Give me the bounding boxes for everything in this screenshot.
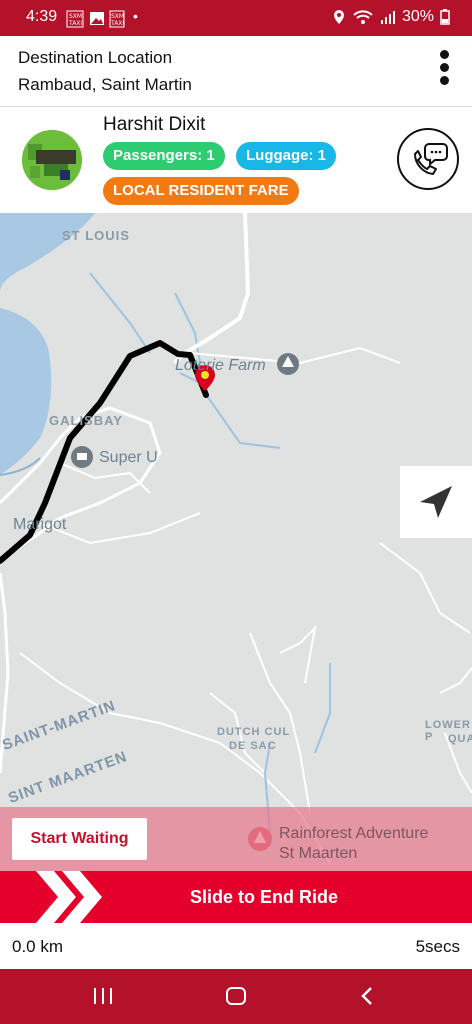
map-label-marigot: Marigot — [13, 516, 67, 533]
map-label-dutch-cul-1: DUTCH CUL — [217, 726, 291, 738]
recent-apps-icon[interactable] — [91, 984, 115, 1008]
dot-icon: • — [133, 8, 138, 24]
notification-icons: SXM TAXI SXM TAXI — [66, 9, 126, 31]
home-icon[interactable] — [224, 984, 248, 1008]
start-waiting-button[interactable]: Start Waiting — [12, 818, 147, 860]
battery-icon — [440, 9, 450, 25]
system-nav-bar — [0, 969, 472, 1024]
svg-text:SXM: SXM — [69, 13, 82, 20]
wifi-icon — [353, 10, 373, 24]
slide-end-ride-label: Slide to End Ride — [189, 887, 338, 907]
rider-card: Harshit Dixit Passengers: 1 Luggage: 1 L… — [0, 107, 472, 213]
navigation-arrow-icon — [420, 486, 452, 518]
call-chat-button[interactable] — [397, 128, 459, 190]
avatar — [22, 130, 82, 190]
destination-address: Rambaud, Saint Martin — [18, 75, 192, 94]
map-label-st-louis: ST LOUIS — [62, 228, 130, 243]
slide-end-ride-control[interactable]: Slide to End Ride — [0, 871, 472, 923]
passengers-badge: Passengers: 1 — [103, 142, 225, 170]
luggage-badge: Luggage: 1 — [236, 142, 337, 170]
taxi-notification-icon: SXM TAXI SXM TAXI — [66, 10, 125, 28]
trip-duration: 5secs — [415, 937, 460, 956]
back-icon[interactable] — [356, 984, 380, 1008]
status-bar: 4:39 SXM TAXI SXM TAXI • 30% — [0, 0, 472, 36]
map-label-loterie-farm: Loterie Farm — [175, 357, 266, 374]
rider-name: Harshit Dixit — [103, 114, 206, 135]
map-label-rainforest-2: St Maarten — [279, 845, 358, 862]
svg-text:TAXI: TAXI — [68, 20, 82, 27]
svg-text:SXM: SXM — [111, 13, 124, 20]
map-label-dutch-cul-2: DE SAC — [229, 740, 277, 752]
more-options-icon[interactable] — [438, 50, 450, 92]
destination-header: Destination Location Rambaud, Saint Mart… — [0, 36, 472, 107]
map-label-lower-2: QUA — [448, 733, 472, 745]
map-label-galisbay: GALISBAY — [49, 413, 123, 428]
trip-distance: 0.0 km — [12, 937, 64, 956]
fare-type-badge: LOCAL RESIDENT FARE — [103, 177, 299, 205]
recenter-location-button[interactable] — [400, 466, 472, 538]
phone-chat-icon — [414, 143, 448, 175]
trip-footer: 0.0 km 5secs — [0, 923, 472, 969]
location-icon — [333, 10, 344, 24]
status-time: 4:39 — [26, 8, 58, 25]
map-label-rainforest-1: Rainforest Adventure — [279, 825, 429, 842]
signal-icon — [380, 11, 395, 24]
map-label-super-u: Super U — [99, 449, 158, 466]
battery-percent: 30% — [401, 8, 434, 25]
destination-label: Destination Location — [18, 48, 173, 67]
svg-text:TAXI: TAXI — [110, 20, 124, 27]
